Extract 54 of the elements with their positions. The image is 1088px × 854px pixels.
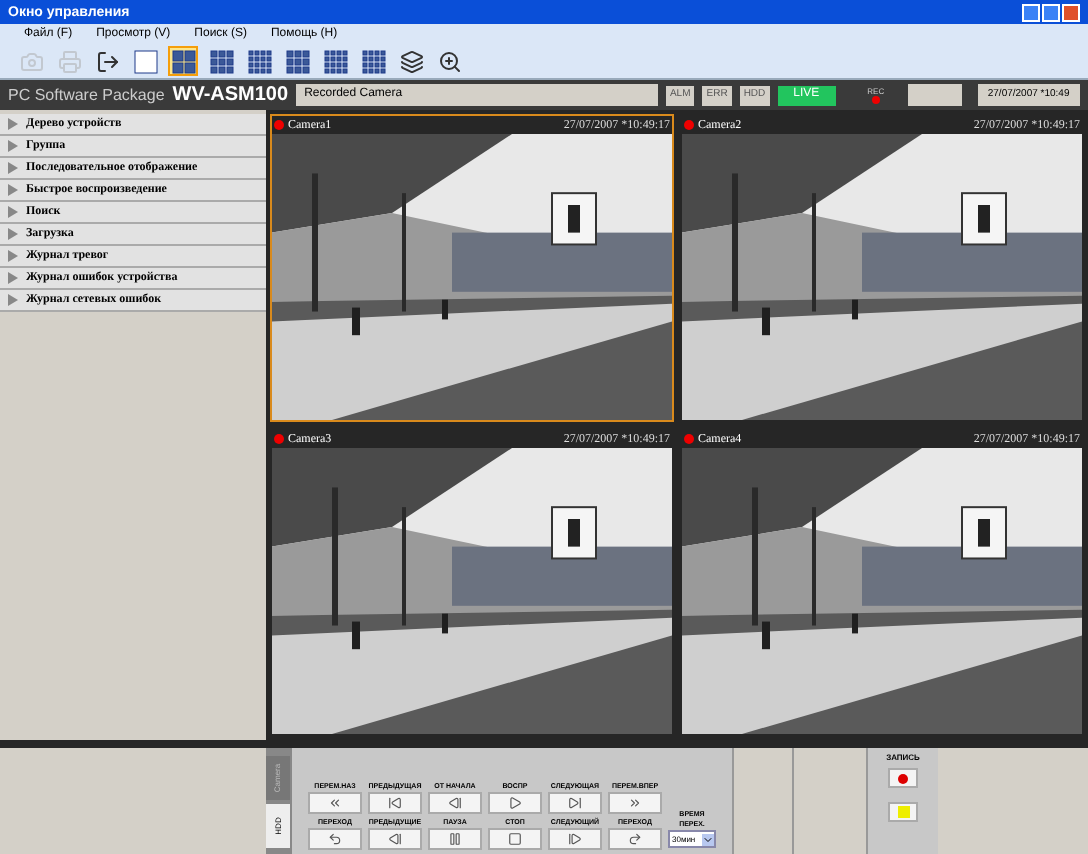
playback-button[interactable] <box>308 828 362 850</box>
toolbar-button[interactable] <box>244 46 274 76</box>
playback-icon <box>448 832 462 846</box>
camera-icon <box>19 49 43 73</box>
playback-button[interactable] <box>548 828 602 850</box>
layers-icon <box>399 49 423 73</box>
info-field <box>908 84 962 106</box>
playback-button[interactable] <box>368 828 422 850</box>
playback-icon <box>508 832 522 846</box>
playback-icon <box>568 796 582 810</box>
record-icon <box>898 773 908 783</box>
playback-button[interactable] <box>488 792 542 814</box>
maximize-button[interactable] <box>1042 3 1060 21</box>
grid-layout-icon <box>133 49 157 73</box>
playback-button[interactable] <box>608 828 662 850</box>
playback-icon <box>568 832 582 846</box>
grid-layout-icon <box>323 49 347 73</box>
grid-layout-icon <box>285 49 309 73</box>
dropdown-icon <box>702 833 714 845</box>
grid-layout-icon <box>209 49 233 73</box>
playback-button[interactable] <box>368 792 422 814</box>
playback-button[interactable] <box>488 828 542 850</box>
zoom-icon <box>437 49 461 73</box>
exit-icon <box>95 49 119 73</box>
toolbar-button[interactable] <box>92 46 122 76</box>
toolbar-button[interactable] <box>396 46 426 76</box>
playback-icon <box>628 796 642 810</box>
playback-icon <box>328 832 342 846</box>
playback-button[interactable] <box>308 792 362 814</box>
toolbar-button[interactable] <box>434 46 464 76</box>
square-icon <box>897 806 909 818</box>
playback-icon <box>388 796 402 810</box>
playback-button[interactable] <box>428 792 482 814</box>
printer-icon <box>57 49 81 73</box>
grid-layout-icon <box>361 49 385 73</box>
model-label: WV-ASM100 <box>172 82 289 110</box>
brand-label: PC Software Package <box>8 83 165 107</box>
grid-layout-icon <box>171 49 195 73</box>
grid-layout-icon <box>247 49 271 73</box>
playback-icon <box>508 796 522 810</box>
toolbar-button[interactable] <box>282 46 312 76</box>
close-button[interactable] <box>1062 3 1080 21</box>
playback-icon <box>628 832 642 846</box>
playback-button[interactable] <box>548 792 602 814</box>
toolbar-button[interactable] <box>358 46 388 76</box>
playback-icon <box>388 832 402 846</box>
playback-icon <box>328 796 342 810</box>
playback-icon <box>448 796 462 810</box>
playback-button[interactable] <box>428 828 482 850</box>
toolbar-button[interactable] <box>168 46 198 76</box>
toolbar-button[interactable] <box>206 46 236 76</box>
record-button[interactable] <box>888 768 918 788</box>
toolbar-button[interactable] <box>320 46 350 76</box>
minimize-button[interactable] <box>1022 3 1040 21</box>
